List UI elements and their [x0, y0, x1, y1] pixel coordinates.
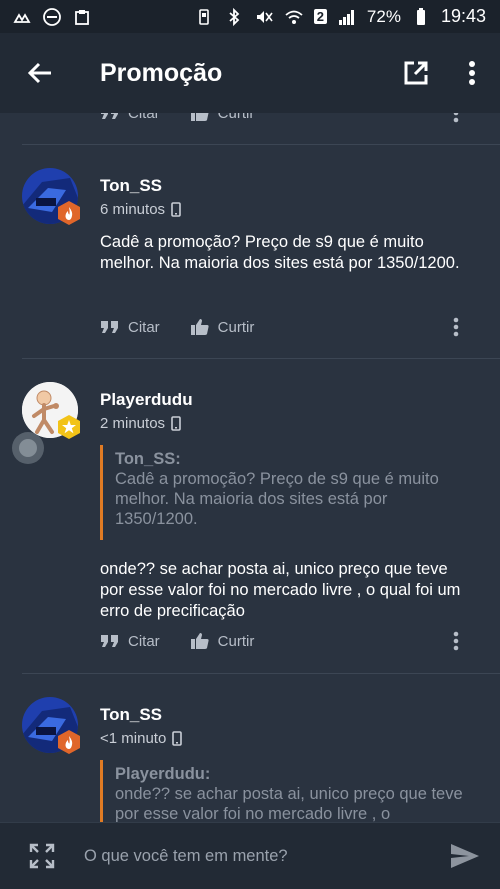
comment-time: 6 minutos — [100, 201, 166, 218]
app-bar: Promoção — [0, 33, 500, 113]
comment-time: <1 minuto — [100, 730, 167, 747]
comment-item: Ton_SS <1 minuto Playerdudu: onde?? se a… — [0, 673, 500, 822]
comment-author[interactable]: Playerdudu — [100, 390, 193, 410]
comment-author[interactable]: Ton_SS — [100, 176, 162, 196]
clock: 19:43 — [440, 6, 486, 26]
post-menu-button[interactable] — [446, 315, 466, 339]
quoted-comment[interactable]: Playerdudu: onde?? se achar posta ai, un… — [100, 760, 472, 822]
quote-label: Citar — [128, 318, 160, 336]
quote-button[interactable]: Citar — [100, 633, 160, 650]
send-button[interactable] — [430, 823, 500, 889]
thumbs-up-icon — [190, 113, 209, 121]
vibrate-icon — [194, 7, 214, 27]
phone-icon — [171, 416, 181, 431]
thumbs-up-icon — [190, 319, 209, 335]
like-label: Curtir — [217, 632, 255, 650]
open-external-button[interactable] — [388, 33, 444, 113]
page-title: Promoção — [100, 58, 223, 87]
comment-actions: Citar Curtir — [100, 315, 480, 339]
flame-badge-icon — [58, 201, 80, 225]
comment-meta: 6 minutos — [100, 201, 181, 218]
status-bar: 2 72% 19:43 — [0, 0, 500, 33]
like-label: Curtir — [217, 318, 255, 336]
comment-feed[interactable]: Citar Curtir Ton_SS 6 minutos Cadê a pro… — [0, 113, 500, 822]
network-badge: 2 — [313, 9, 327, 24]
more-vert-icon — [453, 113, 459, 123]
comment-author[interactable]: Ton_SS — [100, 705, 162, 725]
comment-composer — [0, 822, 500, 889]
expand-editor-button[interactable] — [0, 823, 84, 889]
post-menu-button[interactable] — [446, 113, 466, 125]
quoted-author: Playerdudu: — [115, 765, 211, 783]
quote-button[interactable]: Citar — [100, 113, 160, 122]
comment-text: onde?? se achar posta ai, unico preço qu… — [100, 560, 461, 620]
drive-icon — [12, 7, 32, 27]
more-options-button[interactable] — [444, 33, 500, 113]
more-vert-icon — [453, 317, 459, 337]
thumbs-up-icon — [190, 633, 209, 649]
quoted-text: onde?? se achar posta ai, unico preço qu… — [115, 785, 463, 822]
avatar[interactable] — [22, 382, 80, 439]
quote-icon — [101, 113, 118, 119]
do-not-disturb-icon — [42, 7, 62, 27]
bluetooth-icon — [224, 7, 244, 27]
like-button[interactable]: Curtir — [190, 632, 255, 650]
quote-icon — [101, 635, 118, 647]
comment-item: Playerdudu 2 minutos Ton_SS: Cadê a prom… — [0, 358, 500, 673]
signal-icon — [337, 7, 357, 27]
comment-item: Ton_SS 6 minutos Cadê a promoção? Preço … — [0, 144, 500, 358]
clipboard-icon — [72, 7, 92, 27]
more-vert-icon — [469, 61, 475, 85]
avatar[interactable] — [22, 697, 80, 754]
quote-label: Citar — [128, 632, 160, 650]
arrow-left-icon — [27, 62, 51, 84]
flame-badge-icon — [58, 730, 80, 754]
status-right: 2 72% 19:43 — [194, 6, 486, 27]
comment-text: Cadê a promoção? Preço de s9 que é muito… — [100, 233, 460, 272]
floating-touch-indicator[interactable] — [12, 432, 44, 464]
quoted-text: Cadê a promoção? Preço de s9 que é muito… — [115, 470, 439, 528]
battery-percent: 72% — [366, 6, 401, 26]
battery-icon — [411, 7, 431, 27]
like-label: Curtir — [217, 113, 255, 122]
quoted-comment[interactable]: Ton_SS: Cadê a promoção? Preço de s9 que… — [100, 445, 472, 540]
comment-meta: <1 minuto — [100, 730, 183, 747]
mute-icon — [254, 7, 274, 27]
fullscreen-icon — [29, 843, 55, 869]
phone-icon — [172, 731, 183, 746]
star-badge-icon — [58, 415, 80, 439]
post-menu-button[interactable] — [446, 629, 466, 653]
comment-actions: Citar Curtir — [100, 629, 480, 653]
wifi-icon — [284, 7, 304, 27]
comment-input[interactable] — [84, 834, 430, 878]
open-in-new-icon — [404, 61, 428, 85]
back-button[interactable] — [0, 33, 80, 113]
like-button[interactable]: Curtir — [190, 113, 255, 122]
quote-icon — [101, 321, 118, 333]
quote-button[interactable]: Citar — [100, 319, 160, 336]
like-button[interactable]: Curtir — [190, 318, 255, 336]
comment-time: 2 minutos — [100, 415, 166, 432]
more-vert-icon — [453, 631, 459, 651]
comment-meta: 2 minutos — [100, 415, 181, 432]
send-icon — [451, 844, 479, 868]
phone-icon — [171, 202, 181, 217]
quoted-author: Ton_SS: — [115, 450, 181, 468]
quote-label: Citar — [128, 113, 160, 122]
avatar[interactable] — [22, 168, 80, 225]
status-left — [12, 7, 92, 27]
partial-post-actions: Citar Curtir — [100, 113, 480, 125]
